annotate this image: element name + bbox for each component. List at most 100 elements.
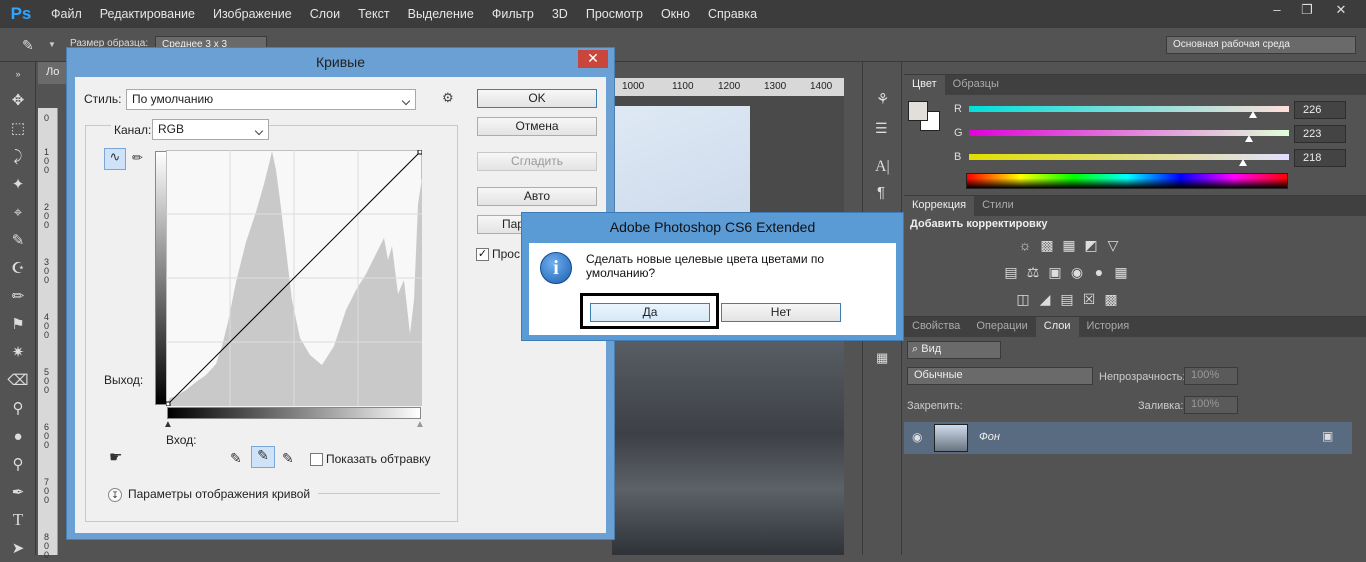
auto-button[interactable]: Авто — [477, 187, 597, 206]
menu-3d[interactable]: 3D — [543, 0, 577, 28]
balance-icon[interactable]: ⚖ — [1024, 264, 1042, 282]
yes-button[interactable]: Да — [590, 303, 710, 322]
gradient-triangle-icon[interactable]: ▽ — [1104, 237, 1122, 255]
tab-layers[interactable]: Слои — [1035, 317, 1079, 337]
type-tool-icon[interactable]: T — [0, 506, 36, 534]
menu-file[interactable]: Файл — [42, 0, 91, 28]
tab-swatches[interactable]: Образцы — [945, 75, 1007, 95]
menu-layers[interactable]: Слои — [301, 0, 349, 28]
hand-adjust-icon[interactable]: ☛ — [109, 448, 122, 466]
pencil-icon[interactable]: ✏ — [132, 150, 143, 166]
curve-graph[interactable] — [166, 150, 422, 406]
character-icon[interactable]: A| — [875, 158, 890, 176]
marquee-tool-icon[interactable]: ⬚ — [0, 114, 36, 142]
menu-edit[interactable]: Редактирование — [91, 0, 204, 28]
white-eyedropper-icon[interactable]: ✎ — [282, 450, 294, 467]
lasso-tool-icon[interactable]: ⤸ — [0, 142, 36, 170]
path-select-tool-icon[interactable]: ➤ — [0, 534, 36, 562]
pen-tool-icon[interactable]: ✒ — [0, 478, 36, 506]
curve-point-tool-icon[interactable]: ∿ — [104, 148, 126, 170]
gear-icon[interactable]: ⚙ — [442, 90, 454, 106]
smooth-button[interactable]: Сгладить — [477, 152, 597, 171]
layer-filter-select[interactable]: ⌕ Вид — [907, 341, 1001, 359]
no-button[interactable]: Нет — [721, 303, 841, 322]
minimize-button[interactable]: – — [1262, 0, 1292, 20]
gray-eyedropper-icon[interactable]: ✎ — [251, 446, 275, 468]
mixer-icon[interactable]: ● — [1090, 263, 1108, 281]
brush-preset-icon[interactable]: ⚘ — [876, 90, 889, 108]
stamp-tool-icon[interactable]: ⚑ — [0, 310, 36, 338]
tab-adjustments[interactable]: Коррекция — [904, 196, 975, 216]
quick-select-tool-icon[interactable]: ✦ — [0, 170, 36, 198]
gradient-map-icon[interactable]: ☒ — [1080, 290, 1098, 308]
channel-select[interactable]: RGB — [152, 119, 269, 140]
foreground-color-swatch[interactable] — [908, 101, 928, 121]
slider-g-thumb[interactable] — [1245, 135, 1253, 142]
preview-checkbox[interactable]: ✓ — [476, 248, 489, 261]
slider-b-thumb[interactable] — [1238, 159, 1247, 166]
invert-icon[interactable]: ◫ — [1014, 290, 1032, 308]
slider-g-track[interactable] — [969, 130, 1289, 136]
move-tool-icon[interactable]: ✥ — [0, 86, 36, 114]
slider-r-value[interactable]: 226 — [1294, 101, 1346, 119]
tab-styles[interactable]: Стили — [974, 196, 1022, 216]
menu-help[interactable]: Справка — [699, 0, 766, 28]
document-tab[interactable]: Ло — [38, 62, 66, 84]
chevron-down-icon[interactable]: ↧ — [108, 488, 122, 502]
tool-preset-icon[interactable]: ☰ — [875, 120, 888, 137]
cancel-button[interactable]: Отмена — [477, 117, 597, 136]
paragraph-icon[interactable]: ¶ — [877, 184, 885, 201]
selective-color-icon[interactable]: ▩ — [1102, 290, 1120, 308]
slider-b-value[interactable]: 218 — [1294, 149, 1346, 167]
crop-tool-icon[interactable]: ⌖ — [0, 198, 36, 226]
clone-source-icon[interactable]: ▦ — [876, 350, 888, 366]
menu-select[interactable]: Выделение — [399, 0, 483, 28]
tab-properties[interactable]: Свойства — [904, 317, 968, 337]
opacity-input[interactable]: 100% — [1184, 367, 1238, 385]
tab-color[interactable]: Цвет — [904, 75, 945, 95]
exposure-icon[interactable]: ◩ — [1082, 237, 1100, 255]
color-spectrum-bar[interactable] — [966, 173, 1288, 189]
curves-icon[interactable]: ▦ — [1060, 237, 1078, 255]
eyedropper-icon[interactable]: ✎ — [22, 37, 34, 54]
posterize-icon[interactable]: ◢ — [1036, 290, 1054, 308]
workspace-select[interactable]: Основная рабочая среда — [1166, 36, 1356, 54]
bucket-tool-icon[interactable]: ⚲ — [0, 394, 36, 422]
eyedropper-tool-icon[interactable]: ✎ — [0, 226, 36, 254]
eraser-tool-icon[interactable]: ⌫ — [0, 366, 36, 394]
menu-image[interactable]: Изображение — [204, 0, 301, 28]
eye-icon[interactable]: ◉ — [912, 430, 922, 444]
style-select[interactable]: По умолчанию — [126, 89, 416, 110]
threshold-icon[interactable]: ▤ — [1058, 290, 1076, 308]
camera-filter-icon[interactable]: ◉ — [1068, 264, 1086, 282]
fill-input[interactable]: 100% — [1184, 396, 1238, 414]
close-icon[interactable]: ✕ — [578, 50, 608, 68]
black-point-slider-icon[interactable]: ▲ — [163, 419, 173, 430]
tab-history[interactable]: История — [1079, 317, 1138, 337]
menu-type[interactable]: Текст — [349, 0, 398, 28]
black-eyedropper-icon[interactable]: ✎ — [230, 450, 242, 467]
show-clipping-checkbox[interactable] — [310, 453, 323, 466]
layer-name[interactable]: Фон — [979, 431, 1000, 443]
brush-tool-icon[interactable]: ✏ — [0, 282, 36, 310]
lookup-grid-icon[interactable]: ▦ — [1112, 264, 1130, 282]
color-balance-icon[interactable]: ▣ — [1046, 264, 1064, 282]
dodge-tool-icon[interactable]: ⚲ — [0, 450, 36, 478]
slider-r-track[interactable] — [969, 106, 1289, 112]
ok-button[interactable]: OK — [477, 89, 597, 108]
display-options-label[interactable]: Параметры отображения кривой — [128, 487, 310, 501]
blend-mode-select[interactable]: Обычные — [907, 367, 1093, 385]
levels-icon[interactable]: ▩ — [1038, 237, 1056, 255]
healing-tool-icon[interactable]: ☪ — [0, 254, 36, 282]
brightness-icon[interactable]: ☼ — [1016, 236, 1034, 254]
vibrance-icon[interactable]: ▤ — [1002, 264, 1020, 282]
history-brush-tool-icon[interactable]: ✷ — [0, 338, 36, 366]
tool-preset-chevron-icon[interactable]: ▼ — [48, 40, 56, 49]
menu-filter[interactable]: Фильтр — [483, 0, 543, 28]
white-point-slider-icon[interactable]: ▲ — [415, 419, 425, 430]
menu-window[interactable]: Окно — [652, 0, 699, 28]
tab-actions[interactable]: Операции — [968, 317, 1035, 337]
collapse-icon[interactable]: » — [0, 62, 36, 86]
restore-button[interactable]: ❐ — [1292, 0, 1322, 20]
close-window-button[interactable]: ✕ — [1326, 0, 1356, 20]
